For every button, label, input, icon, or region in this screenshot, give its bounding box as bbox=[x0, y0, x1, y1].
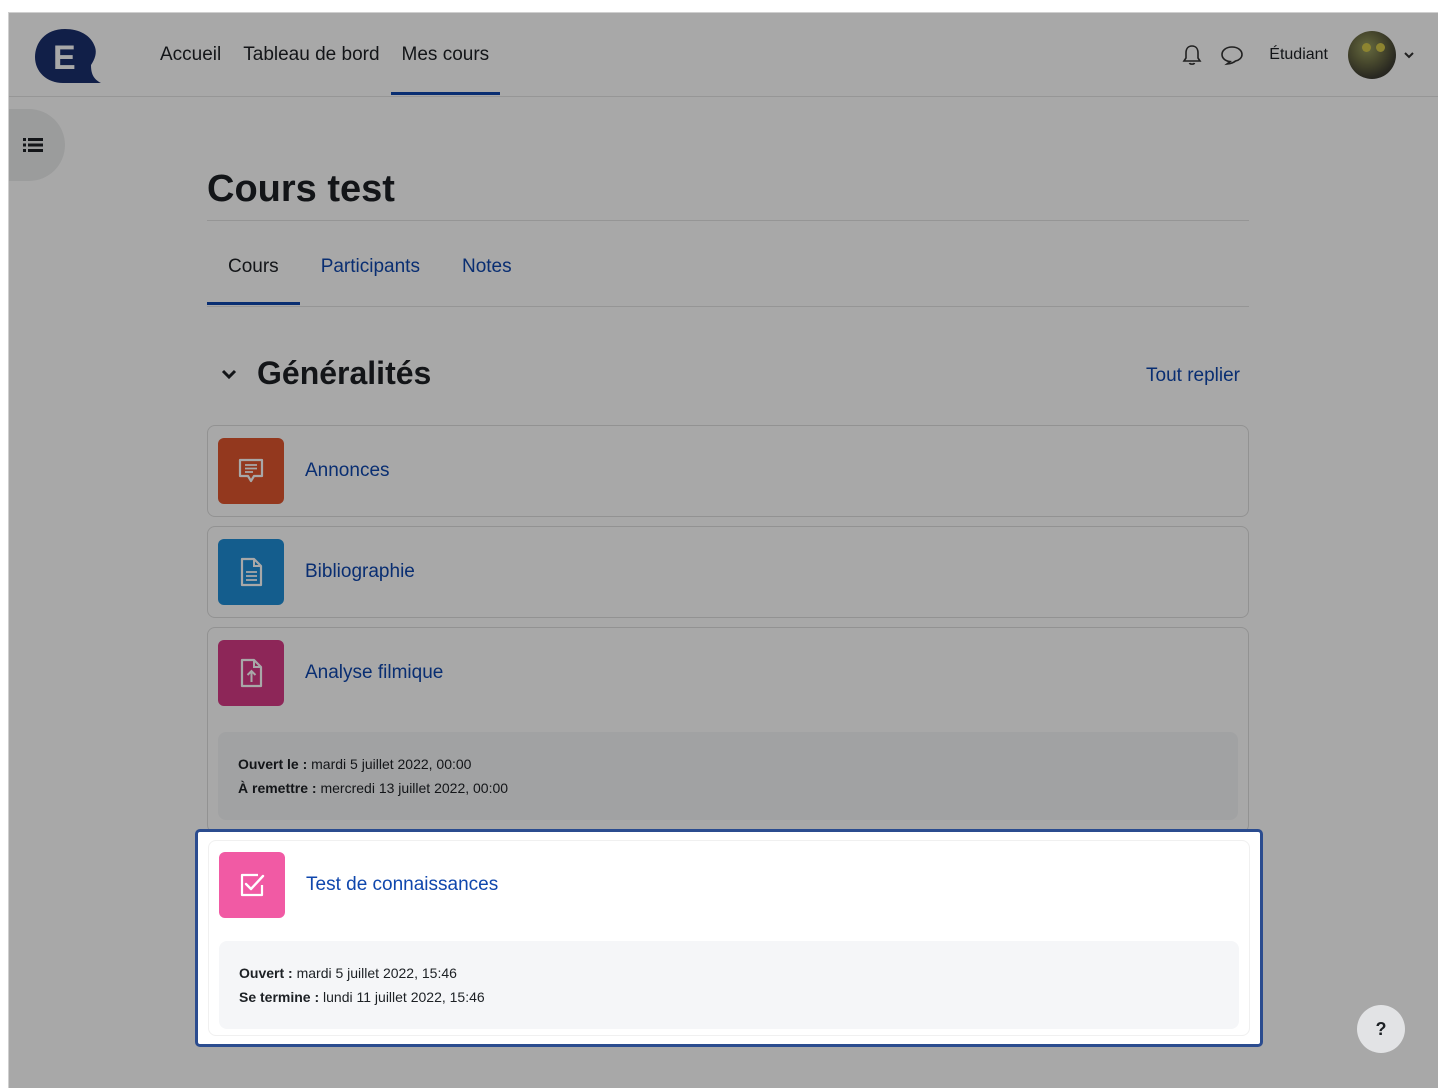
due-date-value: mercredi 13 juillet 2022, 00:00 bbox=[320, 780, 509, 796]
activity-dates: Ouvert : mardi 5 juillet 2022, 15:46 Se … bbox=[219, 941, 1239, 1029]
tab-course[interactable]: Cours bbox=[207, 235, 300, 305]
user-name[interactable]: Étudiant bbox=[1269, 46, 1328, 64]
logo-letter: E bbox=[53, 39, 76, 77]
open-date-value: mardi 5 juillet 2022, 00:00 bbox=[311, 756, 472, 772]
highlighted-activity-frame: Test de connaissances Ouvert : mardi 5 j… bbox=[195, 829, 1263, 1047]
open-date-value: mardi 5 juillet 2022, 15:46 bbox=[296, 965, 457, 981]
collapse-all-link[interactable]: Tout replier bbox=[1146, 365, 1240, 387]
activity-card: Analyse filmique Ouvert le : mardi 5 jui… bbox=[207, 627, 1249, 833]
forum-icon[interactable] bbox=[218, 438, 284, 504]
divider bbox=[207, 306, 1249, 307]
notifications-bell-icon[interactable] bbox=[1179, 42, 1205, 68]
activity-link-quiz[interactable]: Test de connaissances bbox=[306, 874, 498, 896]
nav-link-dashboard[interactable]: Tableau de bord bbox=[232, 13, 390, 97]
top-navbar: E Accueil Tableau de bord Mes cours Étud… bbox=[9, 13, 1438, 97]
list-icon bbox=[23, 138, 43, 152]
activity-row: Analyse filmique bbox=[208, 628, 1248, 718]
open-date-label: Ouvert le : bbox=[238, 756, 308, 772]
tab-grades[interactable]: Notes bbox=[441, 235, 533, 305]
page-title: Cours test bbox=[207, 168, 395, 210]
course-index-drawer-toggle[interactable] bbox=[9, 109, 65, 181]
primary-navigation: Accueil Tableau de bord Mes cours bbox=[149, 13, 500, 97]
user-menu-area: Étudiant bbox=[1179, 13, 1416, 97]
activity-row: Test de connaissances bbox=[209, 841, 1249, 929]
file-icon[interactable] bbox=[218, 539, 284, 605]
activity-card: Annonces bbox=[207, 425, 1249, 517]
activity-link-announcements[interactable]: Annonces bbox=[305, 460, 390, 482]
nav-link-my-courses[interactable]: Mes cours bbox=[390, 13, 501, 97]
section-toggle[interactable]: Généralités bbox=[219, 355, 431, 392]
due-date-label: À remettre : bbox=[238, 780, 317, 796]
section-title: Généralités bbox=[257, 355, 432, 391]
tab-participants[interactable]: Participants bbox=[300, 235, 441, 305]
activity-dates: Ouvert le : mardi 5 juillet 2022, 00:00 … bbox=[218, 732, 1238, 820]
chevron-down-icon[interactable] bbox=[1402, 48, 1416, 62]
chevron-down-icon bbox=[221, 369, 237, 379]
nav-link-home[interactable]: Accueil bbox=[149, 13, 232, 97]
activity-link-film-analysis[interactable]: Analyse filmique bbox=[305, 662, 443, 684]
activity-row: Annonces bbox=[208, 426, 1248, 516]
open-date-label: Ouvert : bbox=[239, 965, 293, 981]
user-avatar[interactable] bbox=[1348, 31, 1396, 79]
browser-frame: E Accueil Tableau de bord Mes cours Étud… bbox=[8, 12, 1438, 1088]
due-date-label: Se termine : bbox=[239, 989, 320, 1005]
divider bbox=[207, 220, 1249, 221]
course-tabs: Cours Participants Notes bbox=[207, 235, 533, 305]
quiz-icon[interactable] bbox=[219, 852, 285, 918]
due-date-value: lundi 11 juillet 2022, 15:46 bbox=[323, 989, 485, 1005]
activity-card: Test de connaissances Ouvert : mardi 5 j… bbox=[208, 840, 1250, 1036]
activity-row: Bibliographie bbox=[208, 527, 1248, 617]
site-logo[interactable]: E bbox=[29, 25, 105, 87]
activity-card: Bibliographie bbox=[207, 526, 1249, 618]
assignment-upload-icon[interactable] bbox=[218, 640, 284, 706]
messages-chat-icon[interactable] bbox=[1219, 42, 1245, 68]
activity-link-bibliography[interactable]: Bibliographie bbox=[305, 561, 415, 583]
help-button[interactable]: ? bbox=[1357, 1005, 1405, 1053]
